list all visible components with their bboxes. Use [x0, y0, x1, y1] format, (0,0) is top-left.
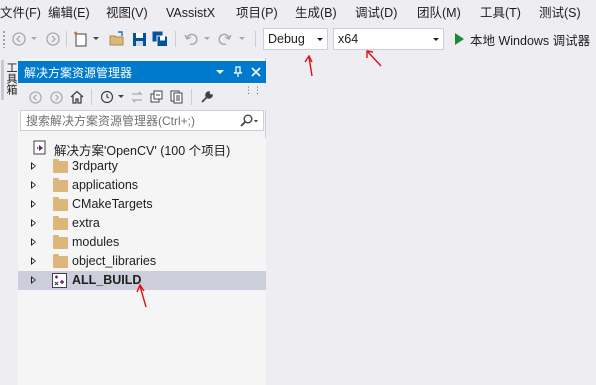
tree-folder-item[interactable]: extra: [18, 214, 266, 233]
toolbar-separator: [175, 31, 176, 47]
chevron-down-icon[interactable]: [204, 37, 210, 40]
solution-tree: 解决方案'OpenCV' (100 个项目) 3rdparty applicat…: [18, 138, 266, 385]
standard-toolbar: Debug x64 本地 Windows 调试器: [0, 26, 596, 52]
platform-value: x64: [338, 32, 359, 46]
folder-label: CMakeTargets: [72, 197, 153, 211]
menu-debug[interactable]: 调试(D): [355, 0, 417, 26]
solution-configurations-dropdown[interactable]: Debug: [263, 28, 328, 50]
menu-tools[interactable]: 工具(T): [480, 0, 539, 26]
folder-label: applications: [72, 178, 139, 192]
menu-team[interactable]: 团队(M): [417, 0, 480, 26]
menu-file[interactable]: 文件(F): [0, 0, 48, 26]
collapse-all-icon[interactable]: [148, 88, 166, 106]
folder-icon: [53, 159, 68, 173]
project-label: ALL_BUILD: [72, 273, 142, 287]
tree-project-item-all-build[interactable]: ALL_BUILD: [18, 271, 266, 290]
menu-test[interactable]: 测试(S): [539, 0, 589, 26]
history-icon[interactable]: [98, 88, 116, 106]
forward-icon[interactable]: [47, 88, 65, 106]
folder-icon: [53, 235, 68, 249]
folder-label: modules: [72, 235, 120, 249]
tree-folder-item[interactable]: modules: [18, 233, 266, 252]
configuration-value: Debug: [268, 32, 305, 46]
expand-arrow-icon[interactable]: [31, 181, 36, 189]
window-position-dropdown-icon[interactable]: [212, 64, 228, 80]
cpp-project-icon: [52, 273, 67, 288]
tree-folder-item[interactable]: 3rdparty: [18, 157, 266, 176]
left-tool-strip: 工具箱: [0, 56, 18, 385]
folder-label: 3rdparty: [72, 159, 118, 173]
tree-folder-item[interactable]: CMakeTargets: [18, 195, 266, 214]
run-button-label: 本地 Windows 调试器: [470, 33, 591, 48]
solution-platforms-dropdown[interactable]: x64: [333, 28, 444, 50]
visual-studio-solution-icon: [33, 140, 46, 155]
toolbar-separator: [66, 31, 67, 47]
overflow-icon[interactable]: ⋮⋮: [244, 86, 262, 95]
open-file-icon[interactable]: [108, 30, 126, 48]
navigate-back-icon[interactable]: [10, 30, 28, 48]
chevron-down-icon[interactable]: [239, 37, 245, 40]
properties-wrench-icon[interactable]: [198, 88, 216, 106]
menu-bar: 文件(F) 编辑(E) 视图(V) VAssistX 项目(P) 生成(B) 调…: [0, 0, 596, 26]
chevron-down-icon[interactable]: [31, 37, 37, 40]
solution-explorer-panel: 解决方案资源管理器 ⋮⋮ 搜索解决方案资源管理器(Ctrl+;) 解决方案'Op…: [18, 58, 266, 385]
home-icon[interactable]: [68, 88, 86, 106]
menu-edit[interactable]: 编辑(E): [48, 0, 106, 26]
annotation-arrow-icon: [366, 50, 382, 67]
new-project-icon[interactable]: [72, 30, 90, 48]
solution-search-input[interactable]: 搜索解决方案资源管理器(Ctrl+;): [20, 110, 264, 131]
close-icon[interactable]: [248, 64, 264, 80]
navigate-forward-icon[interactable]: [44, 30, 62, 48]
toolbox-tab[interactable]: 工具箱: [1, 60, 17, 100]
folder-icon: [53, 216, 68, 230]
tree-folder-item[interactable]: object_libraries: [18, 252, 266, 271]
toolbar-separator: [91, 89, 92, 105]
menu-vassistx[interactable]: VAssistX: [166, 0, 236, 26]
folder-label: object_libraries: [72, 254, 157, 268]
save-icon[interactable]: [130, 30, 148, 48]
folder-icon: [53, 197, 68, 211]
expand-arrow-icon[interactable]: [31, 162, 36, 170]
expand-arrow-icon[interactable]: [31, 276, 36, 284]
back-icon[interactable]: [26, 88, 44, 106]
search-icon[interactable]: [235, 111, 263, 130]
chevron-down-icon[interactable]: [93, 37, 99, 40]
toolbar-separator: [255, 31, 256, 47]
expand-arrow-icon[interactable]: [31, 238, 36, 246]
solution-node[interactable]: 解决方案'OpenCV' (100 个项目): [18, 138, 266, 158]
panel-title: 解决方案资源管理器: [24, 65, 133, 80]
toolbar-grip[interactable]: [2, 30, 6, 48]
chevron-down-icon[interactable]: [118, 95, 124, 98]
menu-build[interactable]: 生成(B): [295, 0, 355, 26]
save-all-icon[interactable]: [151, 30, 169, 48]
menu-view[interactable]: 视图(V): [106, 0, 166, 26]
panel-title-bar[interactable]: 解决方案资源管理器: [18, 61, 266, 83]
toolbar-separator: [191, 89, 192, 105]
panel-toolbar: ⋮⋮: [18, 84, 266, 110]
search-placeholder: 搜索解决方案资源管理器(Ctrl+;): [26, 114, 195, 128]
expand-arrow-icon[interactable]: [31, 219, 36, 227]
menu-project[interactable]: 项目(P): [236, 0, 295, 26]
show-all-files-icon[interactable]: [168, 88, 186, 106]
start-debugging-button[interactable]: 本地 Windows 调试器: [452, 28, 590, 50]
redo-icon[interactable]: [216, 30, 234, 48]
folder-icon: [53, 254, 68, 268]
chevron-down-icon[interactable]: [429, 29, 443, 49]
expand-arrow-icon[interactable]: [31, 257, 36, 265]
sync-icon[interactable]: [128, 88, 146, 106]
expand-arrow-icon[interactable]: [31, 200, 36, 208]
chevron-down-icon[interactable]: [313, 29, 327, 49]
pin-icon[interactable]: [230, 64, 246, 80]
folder-icon: [53, 178, 68, 192]
folder-label: extra: [72, 216, 100, 230]
undo-icon[interactable]: [182, 30, 200, 48]
annotation-arrow-icon: [304, 54, 313, 77]
tree-folder-item[interactable]: applications: [18, 176, 266, 195]
play-icon: [455, 33, 464, 45]
